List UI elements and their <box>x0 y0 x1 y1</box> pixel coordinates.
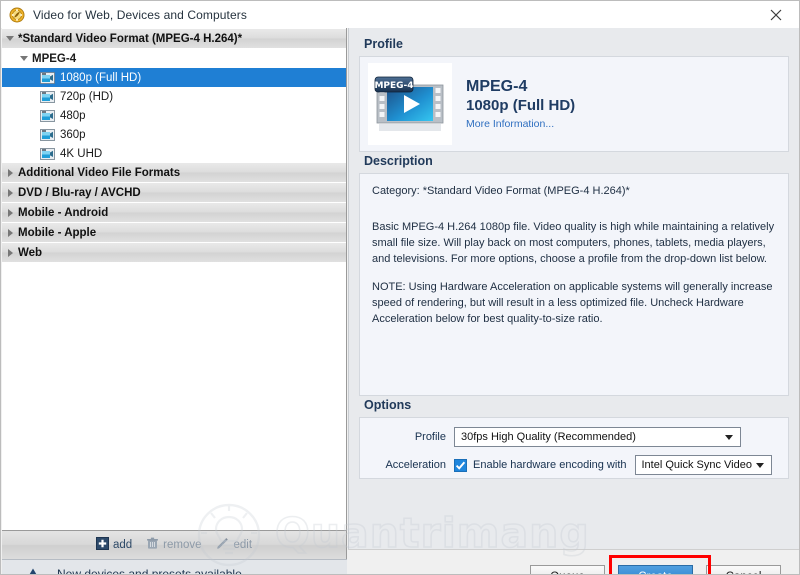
tree-item-label: Additional Video File Formats <box>18 166 181 179</box>
profile-select-value: 30fps High Quality (Recommended) <box>461 431 636 443</box>
profile-name: MPEG-4 <box>466 78 528 96</box>
tree-item-label: *Standard Video Format (MPEG-4 H.264)* <box>18 32 243 45</box>
acceleration-select[interactable]: Intel Quick Sync Video <box>634 455 772 475</box>
tree-category-web[interactable]: Web <box>2 243 346 263</box>
tree-item-label: Mobile - Apple <box>18 226 97 239</box>
film-reel-icon <box>9 7 25 23</box>
svg-text:MPEG-4: MPEG-4 <box>374 81 413 91</box>
tree-item-1080p[interactable]: 1080p (Full HD) <box>2 68 346 87</box>
acceleration-option-row: Acceleration Enable hardware encoding wi… <box>370 454 778 476</box>
chevron-down-icon[interactable] <box>2 36 18 41</box>
chevron-down-icon[interactable] <box>16 56 32 61</box>
details-panel: Profile MPEG-4 MPEG-4 1080p (Full HD) Mo… <box>348 28 799 549</box>
preset-tree-panel: *Standard Video Format (MPEG-4 H.264)* M… <box>2 28 347 530</box>
tree-item-480p[interactable]: 480p <box>2 106 346 125</box>
profile-info: MPEG-4 1080p (Full HD) More Information.… <box>466 78 575 129</box>
video-file-icon <box>40 128 55 141</box>
tree-item-label: Web <box>18 246 43 259</box>
preset-toolbar: add remove edit <box>2 530 347 559</box>
video-file-icon <box>40 71 55 84</box>
dialog-footer: Queue Create Cancel <box>348 549 799 574</box>
remove-button[interactable]: remove <box>146 537 202 553</box>
tree-category-standard-video-format[interactable]: *Standard Video Format (MPEG-4 H.264)* <box>2 29 346 49</box>
create-button[interactable]: Create <box>618 565 693 574</box>
description-section-title: Description <box>364 154 433 168</box>
tree-item-4k-uhd[interactable]: 4K UHD <box>2 144 346 163</box>
tree-item-label: 720p (HD) <box>60 90 114 103</box>
options-section-title: Options <box>364 398 412 412</box>
video-file-icon <box>40 90 55 103</box>
tree-category-mobile-apple[interactable]: Mobile - Apple <box>2 223 346 243</box>
window-title: Video for Web, Devices and Computers <box>33 7 247 22</box>
chevron-right-icon[interactable] <box>2 228 18 237</box>
edit-button[interactable]: edit <box>216 537 253 553</box>
pencil-icon <box>216 537 230 553</box>
notice-title: New devices and presets available <box>57 567 242 575</box>
acceleration-option-label: Acceleration <box>385 459 446 471</box>
profile-select[interactable]: 30fps High Quality (Recommended) <box>454 427 741 447</box>
video-export-dialog: Video for Web, Devices and Computers *St… <box>0 0 800 575</box>
tree-category-dvd-bluray-avchd[interactable]: DVD / Blu-ray / AVCHD <box>2 183 346 203</box>
tree-category-additional-video-file-formats[interactable]: Additional Video File Formats <box>2 163 346 183</box>
chevron-right-icon[interactable] <box>2 188 18 197</box>
add-icon <box>95 537 109 553</box>
tree-subcategory-mpeg4[interactable]: MPEG-4 <box>2 49 346 68</box>
video-file-icon <box>40 147 55 160</box>
cancel-button[interactable]: Cancel <box>706 565 781 574</box>
profile-option-label: Profile <box>414 431 446 443</box>
description-paragraph-1: Basic MPEG-4 H.264 1080p file. Video qua… <box>372 220 775 265</box>
hardware-encoding-checkbox[interactable] <box>454 458 467 472</box>
tree-item-label: 360p <box>60 128 86 141</box>
tree-item-360p[interactable]: 360p <box>2 125 346 144</box>
queue-button[interactable]: Queue <box>530 565 605 574</box>
chevron-right-icon[interactable] <box>2 168 18 177</box>
remove-label: remove <box>163 539 202 551</box>
tree-item-label: Mobile - Android <box>18 206 109 219</box>
video-file-icon <box>40 109 55 122</box>
tree-item-label: 4K UHD <box>60 147 103 160</box>
edit-label: edit <box>233 539 253 551</box>
dialog-body: *Standard Video Format (MPEG-4 H.264)* M… <box>1 28 799 574</box>
acceleration-select-value: Intel Quick Sync Video <box>641 459 752 471</box>
trash-icon <box>146 537 159 553</box>
update-notice[interactable]: New devices and presets available Click … <box>2 559 347 575</box>
description-paragraph-2: NOTE: Using Hardware Acceleration on app… <box>372 280 773 325</box>
description-card: Category: *Standard Video Format (MPEG-4… <box>359 173 789 396</box>
profile-section-title: Profile <box>364 37 403 51</box>
tree-item-label: 1080p (Full HD) <box>60 71 142 84</box>
profile-thumbnail: MPEG-4 <box>368 63 452 145</box>
chevron-right-icon[interactable] <box>2 208 18 217</box>
profile-resolution: 1080p (Full HD) <box>466 96 576 114</box>
title-bar: Video for Web, Devices and Computers <box>1 1 799 28</box>
tree-item-label: MPEG-4 <box>32 52 77 65</box>
chevron-down-icon <box>755 463 764 468</box>
add-label: add <box>112 539 133 551</box>
tree-category-mobile-android[interactable]: Mobile - Android <box>2 203 346 223</box>
profile-option-row: Profile 30fps High Quality (Recommended) <box>370 426 778 448</box>
tree-item-label: 480p <box>60 109 86 122</box>
warning-triangle-icon <box>20 567 46 574</box>
close-button[interactable] <box>753 1 799 28</box>
tree-item-720p[interactable]: 720p (HD) <box>2 87 346 106</box>
chevron-down-icon <box>725 435 733 440</box>
hardware-encoding-label: Enable hardware encoding with <box>473 459 627 471</box>
create-button-wrapper: Create <box>609 555 711 574</box>
description-category: Category: *Standard Video Format (MPEG-4… <box>372 185 630 197</box>
options-card: Profile 30fps High Quality (Recommended)… <box>359 417 789 479</box>
more-information-link[interactable]: More Information... <box>466 118 575 130</box>
add-button[interactable]: add <box>95 537 133 553</box>
tree-item-label: DVD / Blu-ray / AVCHD <box>18 186 141 199</box>
chevron-right-icon[interactable] <box>2 248 18 257</box>
preset-tree[interactable]: *Standard Video Format (MPEG-4 H.264)* M… <box>2 28 346 530</box>
profile-card: MPEG-4 MPEG-4 1080p (Full HD) More Infor… <box>359 56 789 152</box>
